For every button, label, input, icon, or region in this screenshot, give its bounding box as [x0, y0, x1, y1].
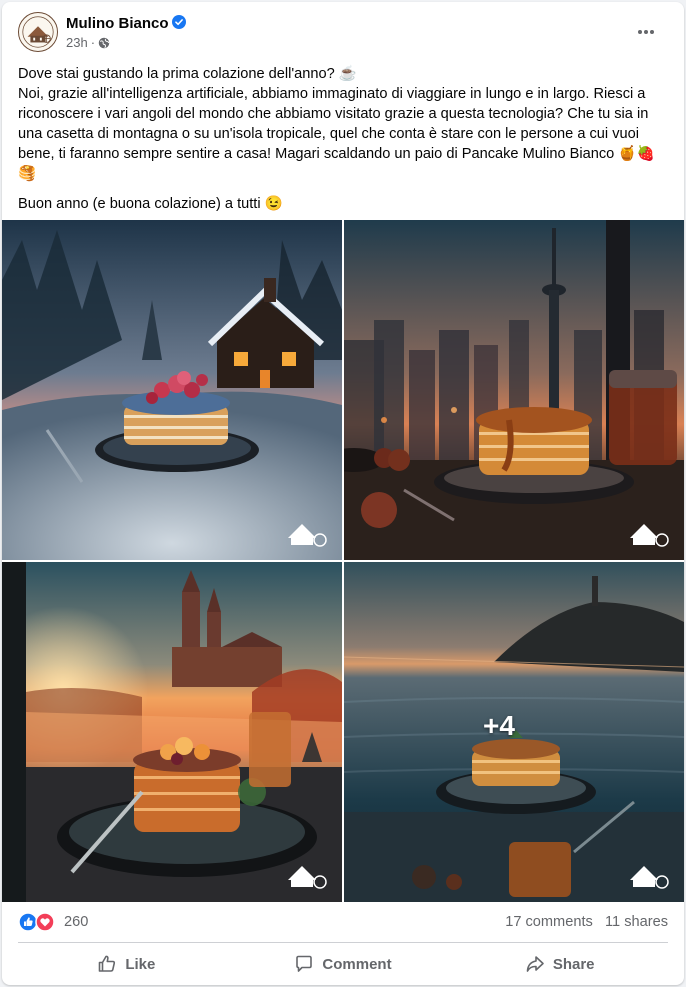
action-bar: Like Comment Share	[18, 946, 668, 982]
share-button[interactable]: Share	[451, 946, 668, 982]
like-label: Like	[125, 955, 156, 973]
post-stats: 260 17 comments 11 shares	[18, 910, 668, 934]
comment-label: Comment	[322, 955, 392, 973]
photo-grid: +4	[2, 220, 684, 902]
reactions-summary[interactable]	[18, 912, 58, 932]
post-timestamp[interactable]: 23h	[66, 35, 88, 50]
more-photos-overlay[interactable]: +4	[344, 562, 684, 902]
post-text-line: Dove stai gustando la prima colazione de…	[18, 66, 357, 82]
like-icon	[99, 955, 116, 972]
post-card: Mulino Bianco 23h · Dove stai gustando l…	[2, 2, 684, 985]
snowy-cabin-image	[2, 220, 342, 560]
city-skyline-image	[344, 220, 684, 560]
page-name-link[interactable]: Mulino Bianco	[66, 15, 169, 32]
more-options-icon	[638, 30, 654, 34]
comments-count-link[interactable]: 17 comments	[505, 914, 593, 930]
meta-separator: ·	[90, 35, 96, 50]
cathedral-sunset-image	[2, 562, 342, 902]
globe-icon[interactable]	[98, 37, 110, 49]
reaction-count[interactable]: 260	[64, 914, 88, 930]
share-icon	[526, 956, 544, 972]
like-reaction-icon	[18, 912, 38, 932]
photo-city-skyline[interactable]	[344, 220, 684, 560]
post-header: Mulino Bianco 23h ·	[18, 12, 668, 56]
mulino-bianco-mill-logo	[19, 13, 57, 51]
photo-snowy-cabin[interactable]	[2, 220, 342, 560]
verified-badge-icon	[172, 15, 186, 29]
love-reaction-icon	[35, 912, 55, 932]
comment-button[interactable]: Comment	[235, 946, 452, 982]
comment-icon	[296, 955, 313, 972]
post-text: Dove stai gustando la prima colazione de…	[18, 64, 668, 214]
share-label: Share	[552, 955, 595, 973]
post-text-line: Noi, grazie all'intelligenza artificiale…	[18, 86, 655, 182]
shares-count-link[interactable]: 11 shares	[605, 914, 668, 930]
engagement-counts: 17 comments 11 shares	[505, 914, 668, 930]
divider	[18, 942, 668, 943]
more-options-button[interactable]	[628, 18, 664, 46]
post-text-line: Buon anno (e buona colazione) a tutti 😉	[18, 196, 283, 212]
page-avatar[interactable]	[18, 12, 58, 52]
post-meta: 23h ·	[66, 35, 110, 50]
photo-cathedral-sunset[interactable]	[2, 562, 342, 902]
like-button[interactable]: Like	[18, 946, 235, 982]
